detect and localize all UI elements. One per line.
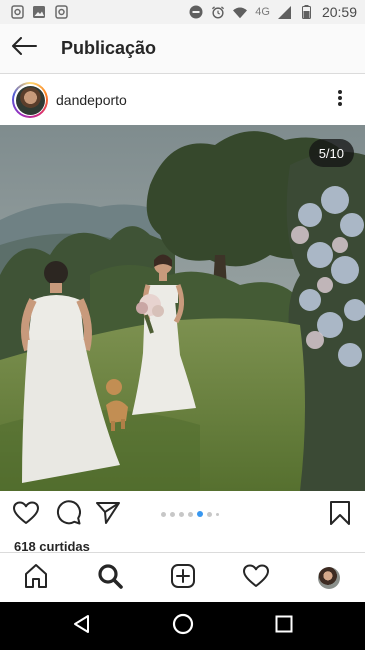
avatar-image	[15, 85, 45, 115]
square-recents-icon	[275, 615, 293, 638]
clock: 20:59	[321, 4, 357, 20]
post-photo[interactable]: 5/10	[0, 125, 365, 491]
network-type: 4G	[255, 6, 270, 18]
nav-activity[interactable]	[242, 564, 270, 592]
circle-home-icon	[172, 613, 194, 640]
gallery-icon	[32, 5, 46, 19]
carousel-dot	[170, 511, 175, 517]
carousel-dot	[161, 511, 166, 517]
do-not-disturb-icon	[189, 5, 203, 19]
profile-avatar	[318, 567, 340, 589]
heart-icon	[13, 501, 39, 530]
screen: 4G 20:59 Publicação dandeporto 5/10 618 …	[0, 0, 365, 650]
triangle-back-icon	[72, 614, 92, 639]
share-button[interactable]	[94, 501, 122, 529]
heart-icon	[243, 564, 269, 593]
home-icon	[23, 563, 49, 594]
back-button[interactable]	[0, 24, 48, 74]
system-back-button[interactable]	[70, 614, 94, 638]
nav-search[interactable]	[96, 563, 124, 594]
more-vertical-icon	[337, 89, 343, 112]
cellular-signal-icon	[278, 5, 292, 19]
bottom-navigation	[0, 552, 365, 602]
send-icon	[95, 501, 121, 530]
carousel-dot-active	[197, 511, 203, 517]
carousel-dot	[188, 511, 193, 517]
notification-app-icon	[10, 5, 24, 19]
top-app-bar: Publicação	[0, 24, 365, 74]
system-recents-button[interactable]	[272, 614, 296, 638]
alarm-icon	[211, 5, 225, 19]
wedding-photo-illustration	[0, 125, 365, 491]
nav-home[interactable]	[22, 563, 50, 594]
search-icon	[97, 563, 123, 594]
wifi-icon	[233, 5, 248, 19]
battery-icon	[300, 5, 314, 19]
like-button[interactable]	[12, 501, 40, 529]
notification-app-icon	[54, 5, 68, 19]
carousel-dot	[216, 512, 219, 516]
arrow-left-icon	[11, 37, 37, 60]
system-navigation-bar	[0, 602, 365, 650]
system-home-button[interactable]	[171, 613, 195, 640]
page-title: Publicação	[61, 38, 157, 58]
nav-profile[interactable]	[315, 564, 343, 592]
post-header: dandeporto	[0, 75, 365, 125]
comment-button[interactable]	[54, 500, 82, 530]
status-bar: 4G 20:59	[0, 0, 365, 24]
status-bar-system: 4G 20:59	[189, 4, 357, 20]
carousel-indicator	[161, 511, 219, 517]
post-username[interactable]: dandeporto	[56, 92, 127, 108]
add-post-icon	[170, 563, 196, 594]
carousel-dot	[179, 511, 184, 517]
avatar-frame	[14, 84, 46, 116]
comment-icon	[56, 500, 81, 530]
carousel-dot	[207, 511, 212, 517]
status-bar-notifications	[10, 5, 68, 19]
carousel-counter: 5/10	[308, 139, 354, 167]
bookmark-icon	[329, 500, 351, 531]
avatar[interactable]	[12, 82, 48, 118]
nav-new-post[interactable]	[169, 563, 197, 594]
post-actions	[0, 491, 365, 539]
more-options-button[interactable]	[325, 85, 355, 115]
save-button[interactable]	[326, 500, 354, 531]
